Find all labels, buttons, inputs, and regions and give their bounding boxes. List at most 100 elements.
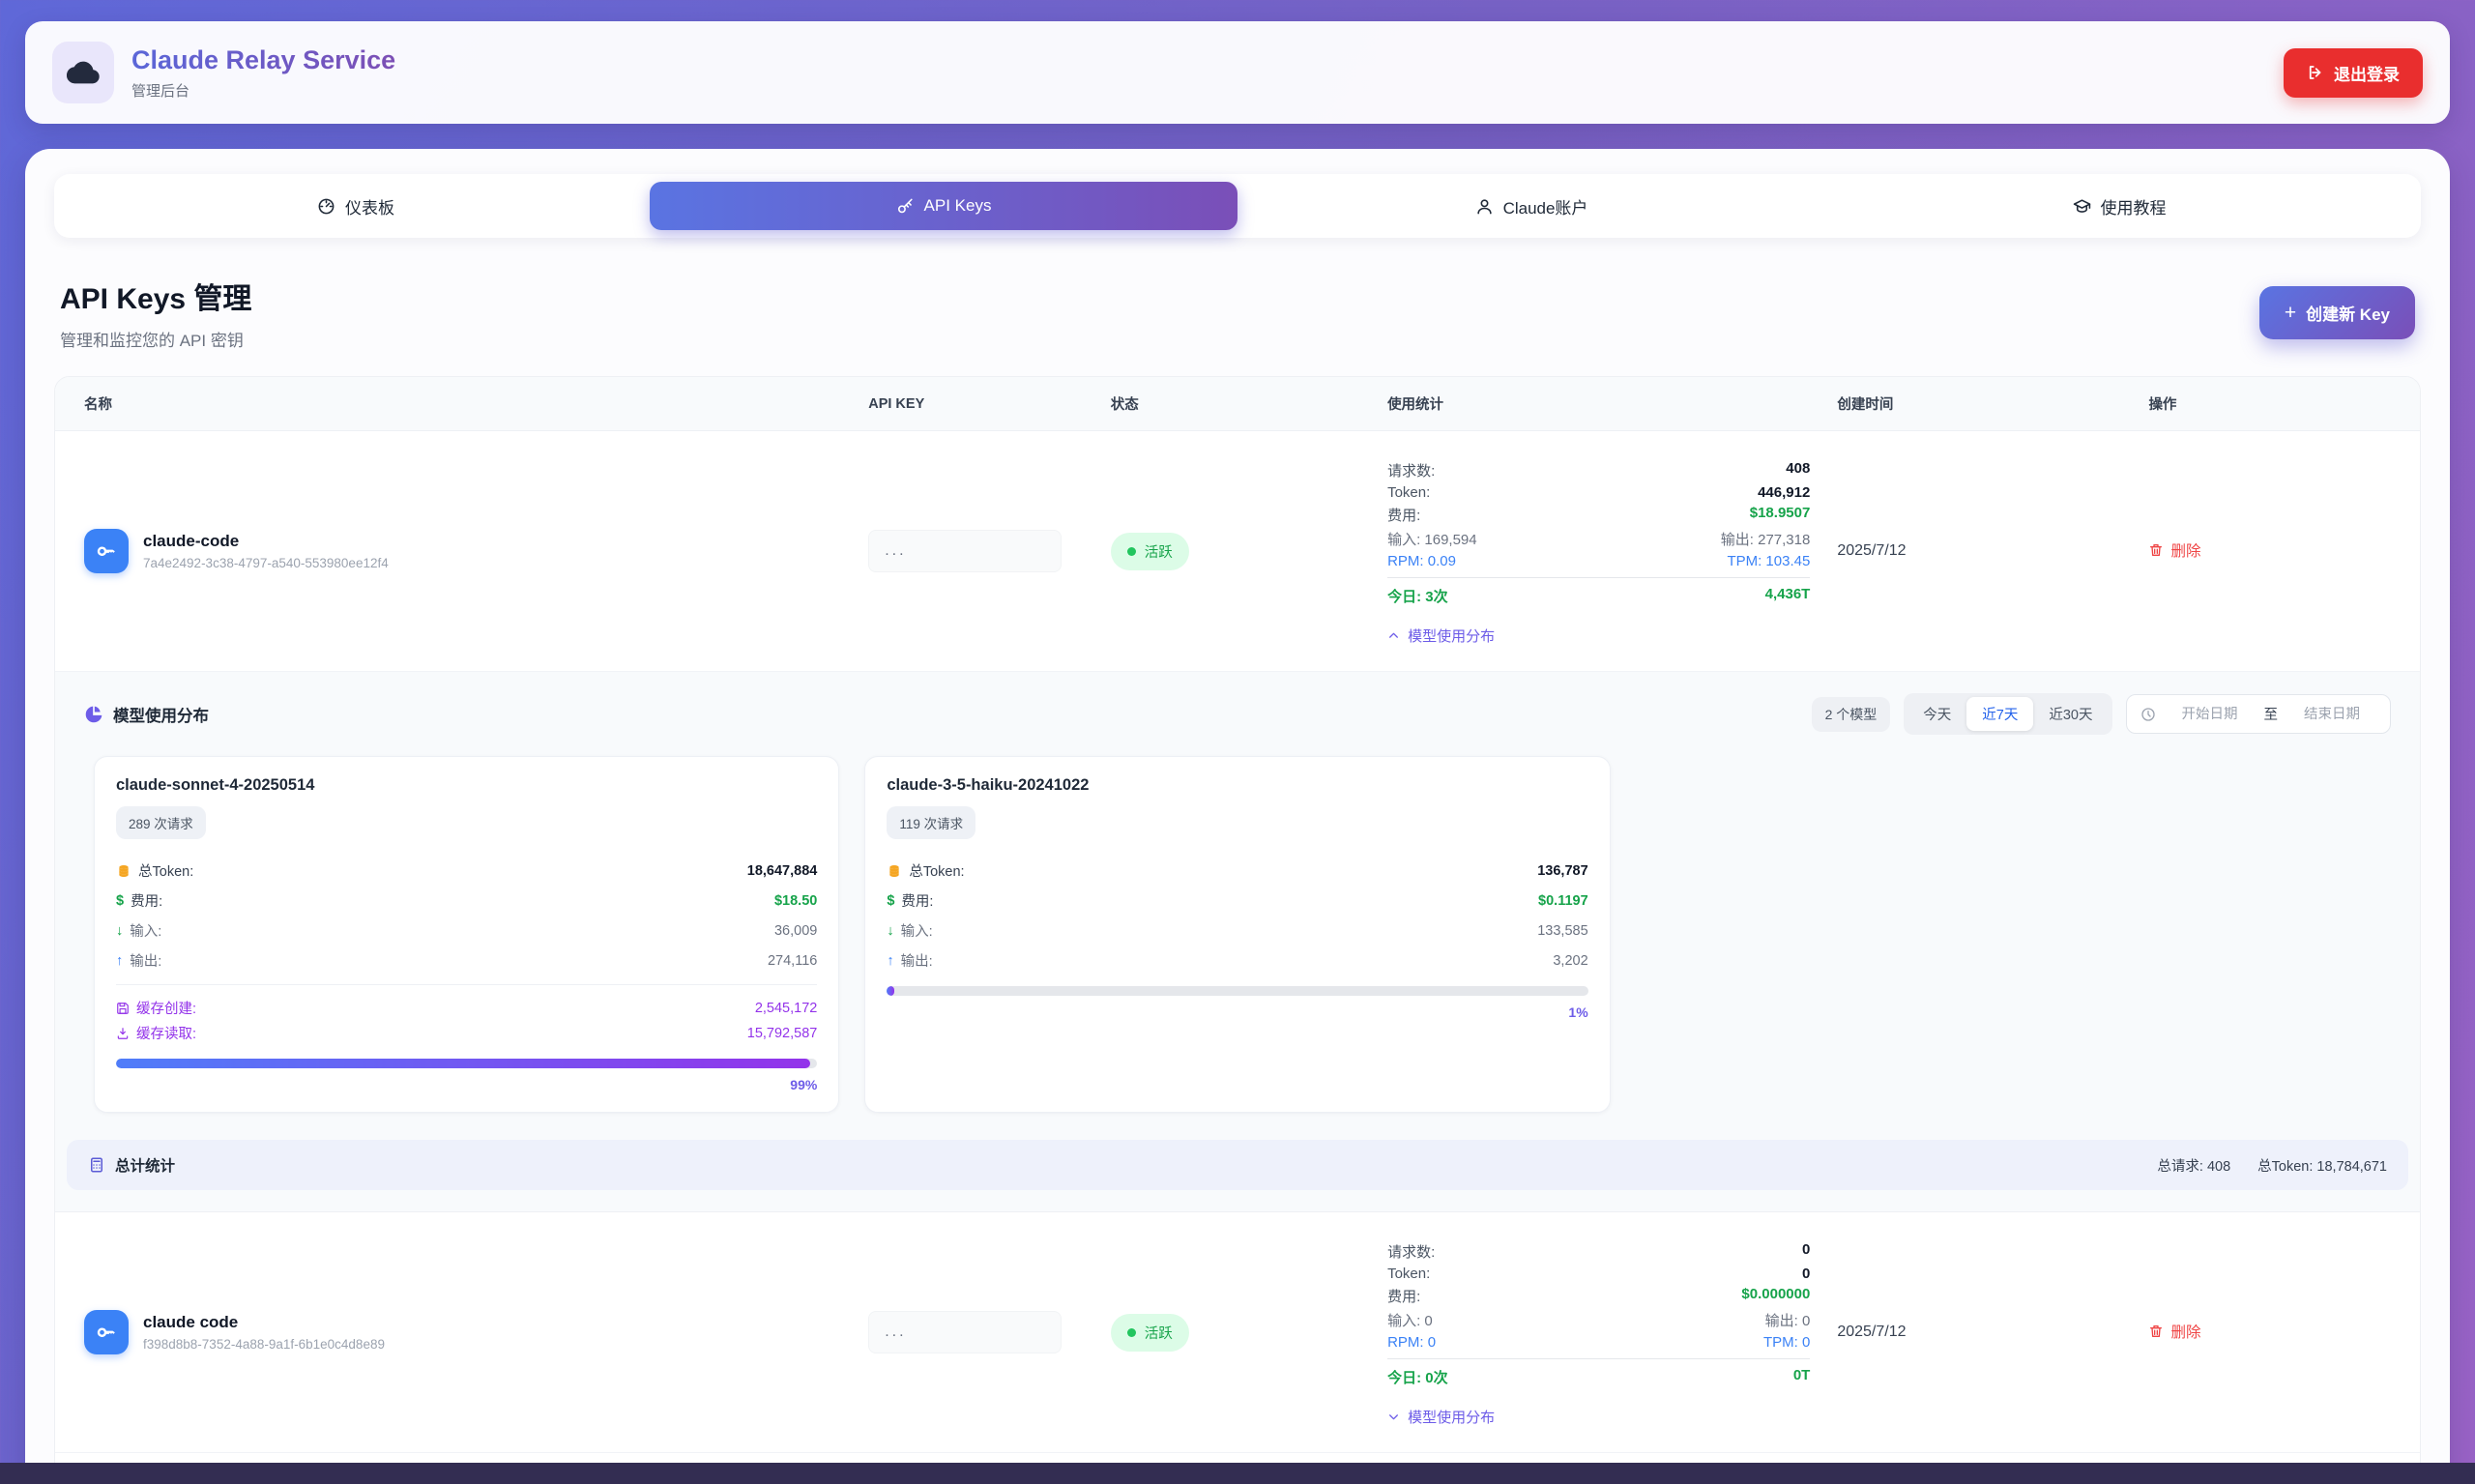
stat-label: 请求数: bbox=[1387, 1241, 1435, 1262]
arrow-down-icon: ↓ bbox=[887, 923, 893, 939]
totals-tokens: 总Token: 18,784,671 bbox=[2257, 1155, 2387, 1176]
date-range-picker[interactable]: 至 bbox=[2126, 694, 2392, 734]
model-name: claude-sonnet-4-20250514 bbox=[116, 776, 817, 795]
model-total-token: 总Token: 136,787 bbox=[887, 860, 1587, 881]
stat-requests: 请求数:408 bbox=[1387, 460, 1810, 480]
stat-rpm: RPM: 0 bbox=[1387, 1334, 1436, 1351]
logout-button[interactable]: 退出登录 bbox=[2284, 48, 2423, 98]
status-dot bbox=[1127, 1328, 1136, 1337]
app-title: Claude Relay Service bbox=[131, 45, 395, 75]
tab-label: API Keys bbox=[924, 196, 992, 216]
usage-stats: 请求数:408 Token:446,912 费用:$18.9507 输入: 16… bbox=[1387, 456, 1837, 646]
col-api-key: API KEY bbox=[868, 396, 1111, 412]
window-bottom-edge bbox=[0, 1463, 2475, 1484]
stat-cost: 费用:$0.000000 bbox=[1387, 1286, 1810, 1306]
empty-card-slot bbox=[1636, 756, 2381, 1113]
pie-chart-icon bbox=[84, 705, 103, 724]
status-cell: 活跃 bbox=[1111, 533, 1387, 570]
created-date: 2025/7/12 bbox=[1837, 1324, 2148, 1341]
stat-rpm-tpm: RPM: 0.09TPM: 103.45 bbox=[1387, 553, 1810, 569]
model-input: ↓输入: 36,009 bbox=[116, 920, 817, 941]
table-header-row: 名称 API KEY 状态 使用统计 创建时间 操作 bbox=[55, 377, 2420, 431]
stat-token: Token:446,912 bbox=[1387, 484, 1810, 501]
stat-today-count: 今日: 0次 bbox=[1387, 1367, 1448, 1387]
user-icon bbox=[1475, 197, 1494, 216]
api-key-masked[interactable]: ... bbox=[868, 1311, 1062, 1353]
date-separator: 至 bbox=[2264, 704, 2279, 724]
col-actions: 操作 bbox=[2148, 393, 2391, 414]
stat-value: 408 bbox=[1786, 460, 1810, 480]
tab-dashboard[interactable]: 仪表板 bbox=[62, 182, 650, 230]
stat-today-tokens: 4,436T bbox=[1765, 586, 1811, 606]
model-stat-value: 18,647,884 bbox=[747, 863, 818, 879]
start-date-input[interactable] bbox=[2166, 707, 2255, 722]
usage-percent: 1% bbox=[887, 1004, 1587, 1020]
page: Claude Relay Service 管理后台 退出登录 仪表板 API K… bbox=[0, 0, 2475, 1484]
model-distribution-toggle[interactable]: 模型使用分布 bbox=[1387, 626, 1495, 646]
totals-values: 总请求: 408 总Token: 18,784,671 bbox=[2157, 1155, 2387, 1176]
model-stat-value: $18.50 bbox=[774, 893, 817, 909]
coins-icon bbox=[116, 863, 131, 879]
stat-today: 今日: 0次0T bbox=[1387, 1367, 1810, 1387]
divider bbox=[1387, 1358, 1810, 1359]
cache-create: 缓存创建: 2,545,172 bbox=[116, 998, 817, 1018]
app-header: Claude Relay Service 管理后台 退出登录 bbox=[25, 21, 2450, 124]
tab-bar: 仪表板 API Keys Claude账户 使用教程 bbox=[54, 174, 2421, 238]
model-input: ↓输入: 133,585 bbox=[887, 920, 1587, 941]
model-requests-badge: 289 次请求 bbox=[116, 806, 206, 839]
gauge-icon bbox=[317, 197, 335, 216]
api-key-masked[interactable]: ... bbox=[868, 530, 1062, 572]
cache-stats: 缓存创建: 2,545,172 缓存读取: 15,792,587 bbox=[116, 984, 817, 1043]
model-output: ↑输出: 274,116 bbox=[116, 950, 817, 971]
api-keys-table: 名称 API KEY 状态 使用统计 创建时间 操作 claude-code 7… bbox=[54, 376, 2421, 1484]
model-stat-value: 2,545,172 bbox=[755, 1001, 818, 1016]
model-distribution-toggle[interactable]: 模型使用分布 bbox=[1387, 1407, 1495, 1427]
tab-label: 使用教程 bbox=[2101, 194, 2167, 218]
status-badge: 活跃 bbox=[1111, 533, 1189, 570]
actions-cell: 删除 bbox=[2148, 1321, 2391, 1344]
tab-tutorial[interactable]: 使用教程 bbox=[1825, 182, 2413, 230]
stat-label: Token: bbox=[1387, 484, 1430, 501]
stat-value: $0.000000 bbox=[1741, 1286, 1810, 1306]
end-date-input[interactable] bbox=[2287, 707, 2376, 722]
delete-button[interactable]: 删除 bbox=[2148, 1321, 2200, 1342]
key-icon bbox=[84, 1310, 129, 1354]
model-stat-label: 输入: bbox=[901, 920, 933, 941]
model-stat-label: 总Token: bbox=[138, 860, 193, 881]
chevron-up-icon bbox=[1387, 629, 1400, 642]
tab-label: Claude账户 bbox=[1503, 194, 1588, 218]
distribution-title: 模型使用分布 bbox=[84, 703, 209, 726]
delete-label: 删除 bbox=[2170, 539, 2200, 561]
range-option-30d[interactable]: 近30天 bbox=[2033, 697, 2108, 731]
model-stat-value: 3,202 bbox=[1553, 953, 1587, 969]
page-head-text: API Keys 管理 管理和监控您的 API 密钥 bbox=[60, 275, 251, 351]
tab-api-keys[interactable]: API Keys bbox=[650, 182, 1238, 230]
key-name: claude-code bbox=[143, 532, 389, 551]
stat-requests: 请求数:0 bbox=[1387, 1241, 1810, 1262]
usage-progress-fill bbox=[116, 1059, 810, 1068]
key-name-cell: claude code f398d8b8-7352-4a88-9a1f-6b1e… bbox=[84, 1310, 868, 1354]
tab-claude-accounts[interactable]: Claude账户 bbox=[1238, 182, 1825, 230]
model-stat-label: 费用: bbox=[131, 890, 162, 911]
col-status: 状态 bbox=[1111, 393, 1387, 414]
main-card: 仪表板 API Keys Claude账户 使用教程 API Keys 管理 管… bbox=[25, 149, 2450, 1484]
dist-link-label: 模型使用分布 bbox=[1408, 626, 1495, 646]
key-icon bbox=[84, 529, 129, 573]
divider bbox=[1387, 577, 1810, 578]
stat-label: 费用: bbox=[1387, 505, 1420, 525]
chevron-down-icon bbox=[1387, 1411, 1400, 1423]
range-option-7d[interactable]: 近7天 bbox=[1966, 697, 2033, 731]
dollar-icon: $ bbox=[116, 893, 124, 909]
stat-rpm-tpm: RPM: 0 TPM: 0 bbox=[1387, 1334, 1810, 1351]
model-stat-label: 缓存创建: bbox=[136, 998, 196, 1018]
stat-input: 输入: 169,594 bbox=[1387, 529, 1477, 549]
range-option-today[interactable]: 今天 bbox=[1907, 697, 1966, 731]
create-key-button[interactable]: + 创建新 Key bbox=[2259, 286, 2415, 339]
distribution-controls: 2 个模型 今天 近7天 近30天 至 bbox=[1812, 693, 2391, 735]
model-stat-value: 274,116 bbox=[768, 953, 817, 969]
key-name-block: claude-code 7a4e2492-3c38-4797-a540-5539… bbox=[143, 532, 389, 570]
delete-button[interactable]: 删除 bbox=[2148, 539, 2200, 561]
model-name: claude-3-5-haiku-20241022 bbox=[887, 776, 1587, 795]
key-id: 7a4e2492-3c38-4797-a540-553980ee12f4 bbox=[143, 556, 389, 570]
stat-tpm: TPM: 0 bbox=[1763, 1334, 1810, 1351]
